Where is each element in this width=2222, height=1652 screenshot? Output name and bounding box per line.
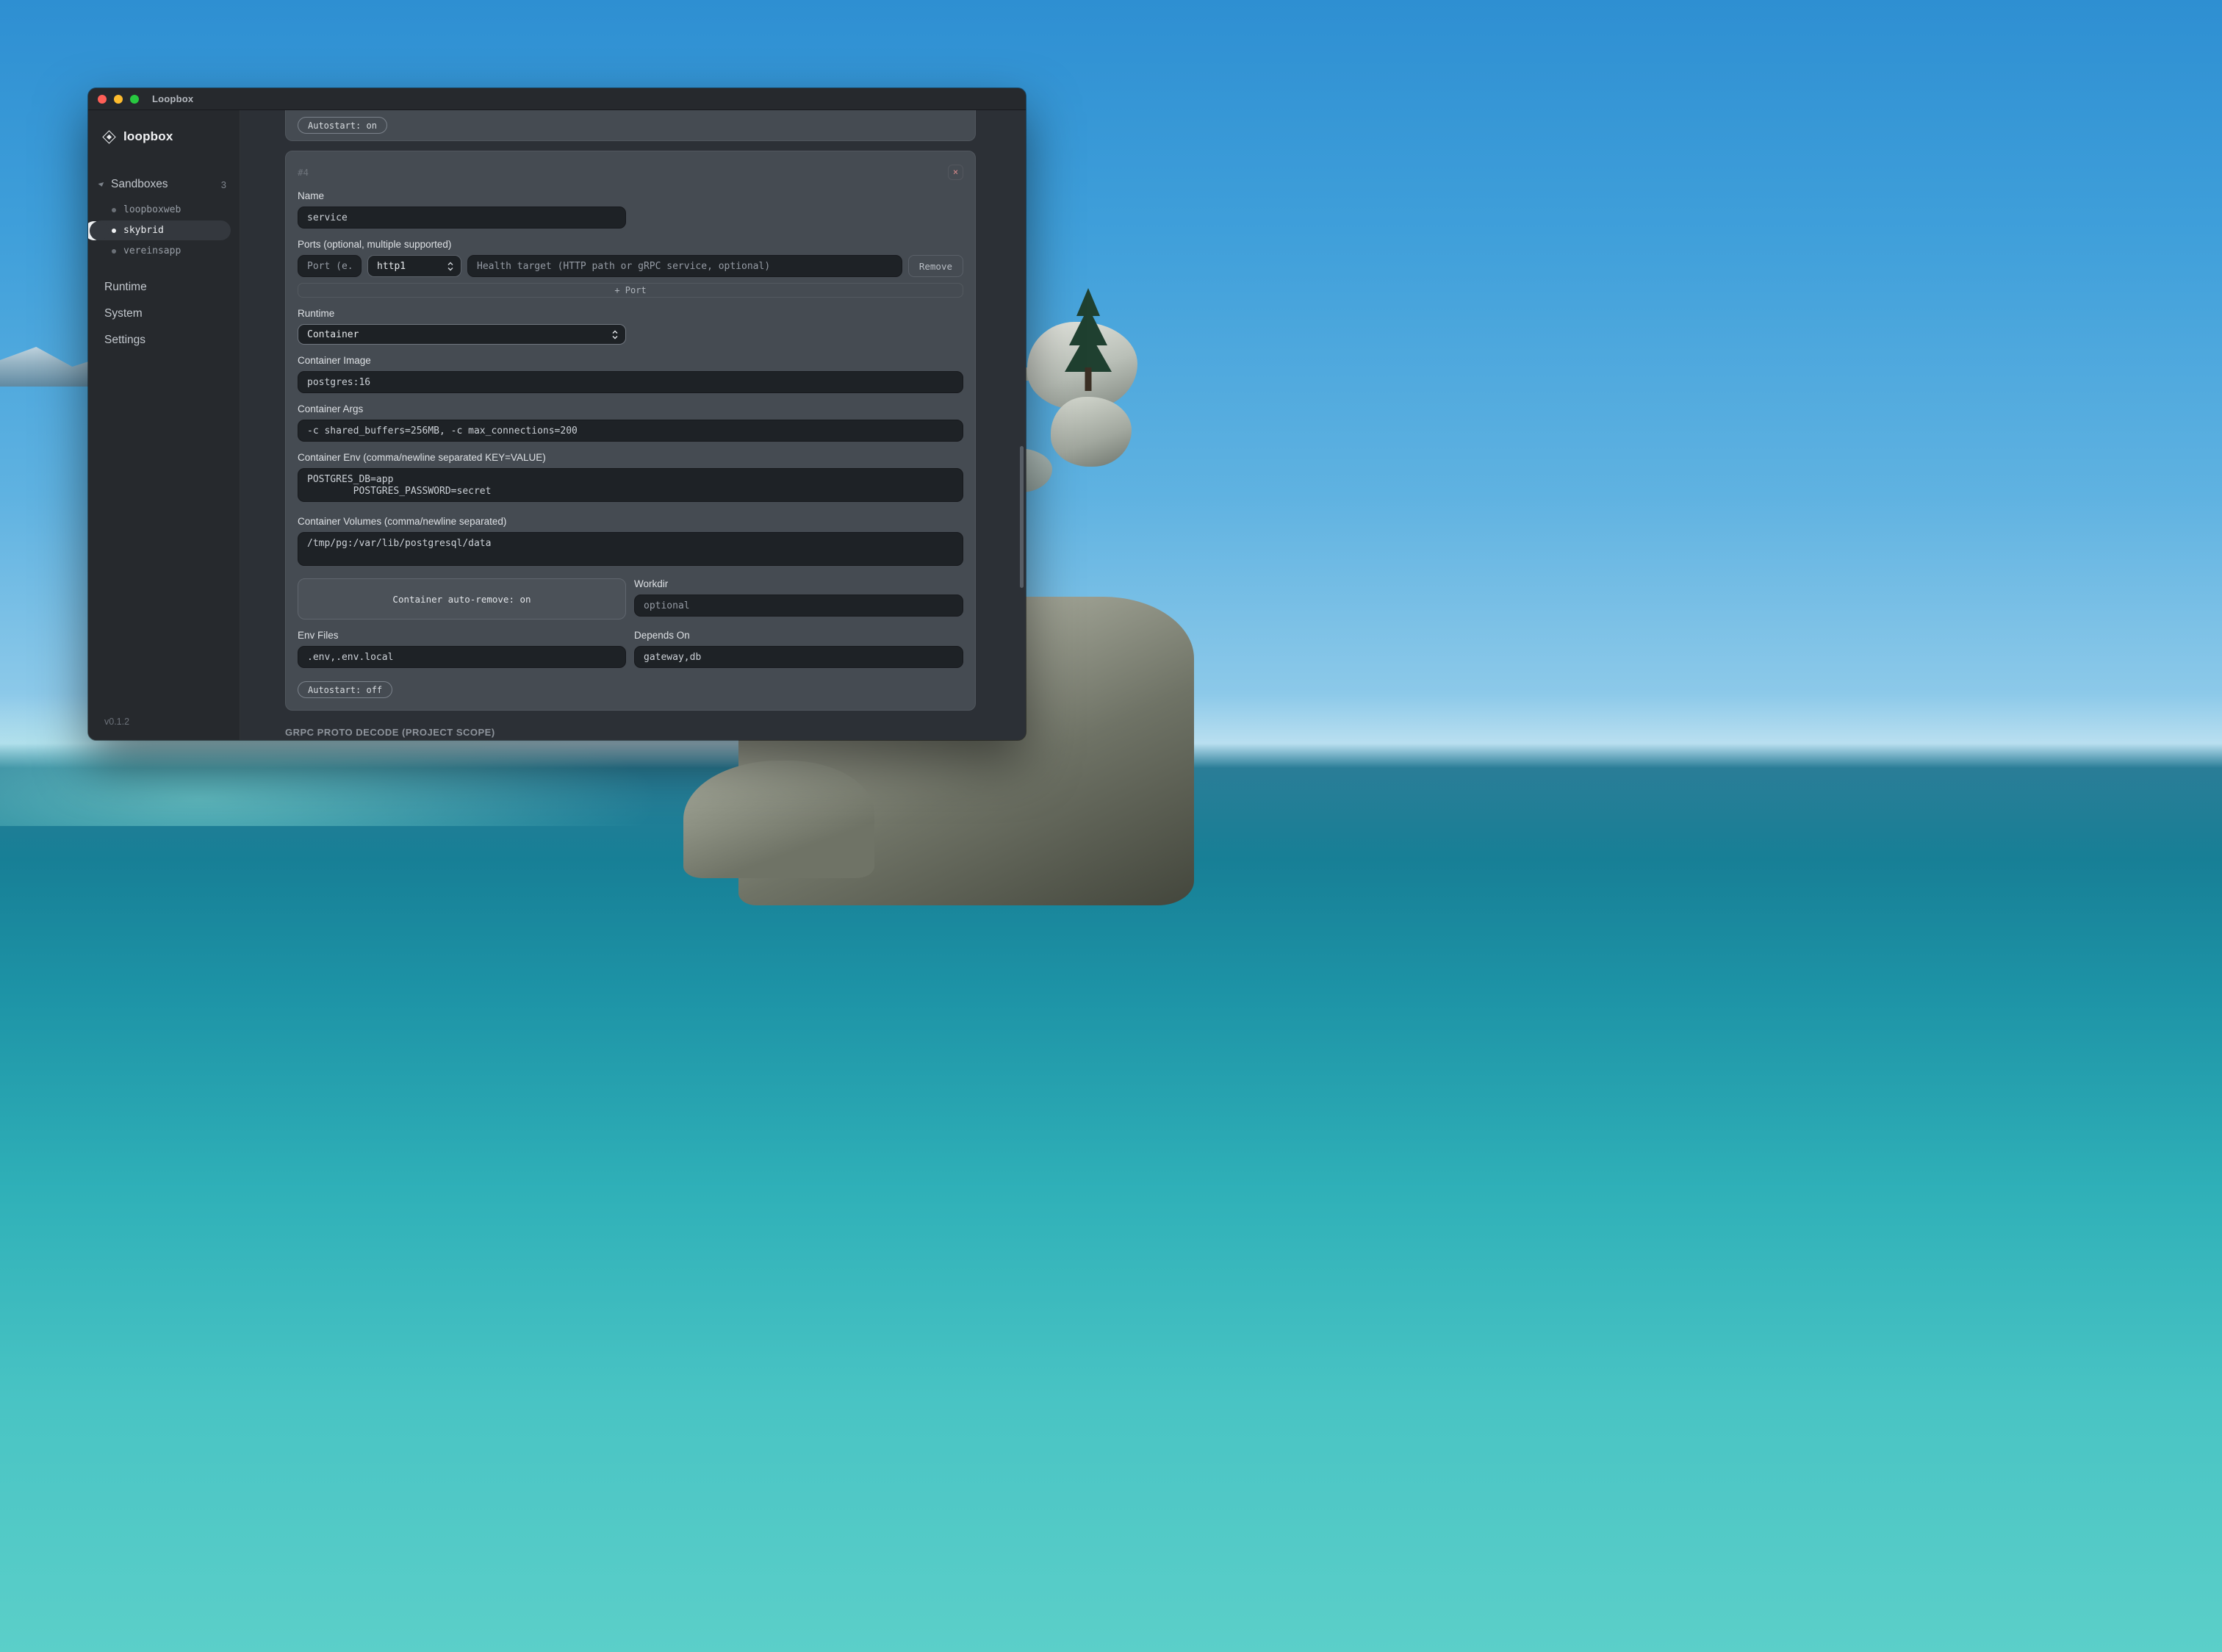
sandbox-item-label: loopboxweb — [123, 204, 181, 215]
sandbox-item-label: vereinsapp — [123, 245, 181, 256]
workdir-group: Workdir — [634, 578, 963, 617]
card-index-label: #4 — [298, 165, 309, 178]
zoom-window-button[interactable] — [130, 95, 139, 104]
runtime-label: Runtime — [298, 308, 963, 319]
name-label: Name — [298, 190, 963, 201]
container-auto-remove-toggle[interactable]: Container auto-remove: on — [298, 578, 626, 620]
container-volumes-textarea[interactable]: /tmp/pg:/var/lib/postgresql/data — [298, 532, 963, 566]
depends-on-input[interactable] — [634, 646, 963, 668]
previous-sandbox-card: Autostart: on — [285, 110, 976, 141]
minimize-window-button[interactable] — [114, 95, 123, 104]
sidebar-item-runtime[interactable]: Runtime — [88, 274, 240, 301]
add-port-button[interactable]: + Port — [298, 283, 963, 298]
auto-remove-workdir-row: Container auto-remove: on Workdir — [298, 578, 963, 620]
remove-port-button[interactable]: Remove — [908, 255, 963, 277]
sidebar-item-loopboxweb[interactable]: loopboxweb — [92, 200, 231, 220]
sandboxes-label: Sandboxes — [111, 178, 168, 191]
main-content: Autostart: on #4 × Name Ports (optional,… — [240, 110, 1026, 740]
sidebar: loopbox Sandboxes 3 loopboxweb skybrid — [88, 110, 240, 740]
bullet-icon — [112, 208, 116, 212]
sidebar-item-skybrid[interactable]: skybrid — [92, 220, 231, 240]
app-logo: loopbox — [88, 110, 240, 144]
env-files-group: Env Files — [298, 630, 626, 668]
wallpaper-rock — [683, 761, 874, 878]
traffic-lights — [98, 95, 139, 104]
name-field-group: Name — [298, 190, 963, 229]
sandboxes-count: 3 — [221, 179, 226, 190]
container-args-label: Container Args — [298, 403, 963, 414]
titlebar[interactable]: Loopbox — [88, 88, 1026, 110]
workdir-label: Workdir — [634, 578, 963, 589]
container-env-group: Container Env (comma/newline separated K… — [298, 452, 963, 506]
window-title: Loopbox — [152, 93, 193, 104]
wallpaper-rock — [1051, 397, 1132, 467]
bullet-icon — [112, 229, 116, 233]
env-files-depends-row: Env Files Depends On — [298, 630, 963, 668]
health-target-input[interactable] — [467, 255, 902, 277]
chevron-up-down-icon — [447, 261, 454, 272]
sidebar-item-system[interactable]: System — [88, 301, 240, 327]
remove-sandbox-button[interactable]: × — [948, 165, 963, 180]
wallpaper-pine-tree — [1063, 288, 1114, 391]
close-window-button[interactable] — [98, 95, 107, 104]
autostart-toggle[interactable]: Autostart: off — [298, 681, 392, 698]
container-image-label: Container Image — [298, 355, 963, 366]
container-image-input[interactable] — [298, 371, 963, 393]
container-args-input[interactable] — [298, 420, 963, 442]
container-env-label: Container Env (comma/newline separated K… — [298, 452, 963, 463]
sandbox-card-4: #4 × Name Ports (optional, multiple supp… — [285, 151, 976, 711]
runtime-value: Container — [307, 329, 359, 340]
sidebar-nav: Runtime System Settings — [88, 274, 240, 353]
name-input[interactable] — [298, 206, 626, 229]
app-window: Loopbox loopbox Sandboxes 3 loopboxweb — [88, 88, 1026, 740]
ports-field-group: Ports (optional, multiple supported) htt… — [298, 239, 963, 298]
sidebar-item-vereinsapp[interactable]: vereinsapp — [92, 241, 231, 261]
container-env-textarea[interactable]: POSTGRES_DB=app POSTGRES_PASSWORD=secret — [298, 468, 963, 502]
workdir-input[interactable] — [634, 595, 963, 617]
app-version: v0.1.2 — [88, 717, 240, 740]
sandbox-list: loopboxweb skybrid vereinsapp — [88, 200, 240, 261]
selected-indicator — [88, 221, 104, 240]
autostart-toggle[interactable]: Autostart: on — [298, 117, 387, 134]
logo-text: loopbox — [123, 129, 173, 144]
sidebar-item-settings[interactable]: Settings — [88, 327, 240, 353]
ports-label: Ports (optional, multiple supported) — [298, 239, 963, 250]
depends-on-label: Depends On — [634, 630, 963, 641]
depends-on-group: Depends On — [634, 630, 963, 668]
container-args-group: Container Args — [298, 403, 963, 442]
scrollbar-thumb[interactable] — [1020, 446, 1024, 588]
collapse-caret-icon — [98, 182, 104, 187]
env-files-label: Env Files — [298, 630, 626, 641]
env-files-input[interactable] — [298, 646, 626, 668]
protocol-select[interactable]: http1 — [367, 255, 461, 277]
chevron-up-down-icon — [611, 329, 619, 340]
sandbox-item-label: skybrid — [123, 225, 164, 236]
port-input[interactable] — [298, 255, 362, 277]
loopbox-diamond-icon — [102, 130, 115, 143]
container-image-group: Container Image — [298, 355, 963, 393]
grpc-proto-decode-header: GRPC PROTO DECODE (PROJECT SCOPE) — [285, 727, 976, 738]
protocol-value: http1 — [377, 261, 406, 272]
bullet-icon — [112, 249, 116, 254]
container-volumes-label: Container Volumes (comma/newline separat… — [298, 516, 963, 527]
container-volumes-group: Container Volumes (comma/newline separat… — [298, 516, 963, 570]
sidebar-section-sandboxes[interactable]: Sandboxes 3 — [98, 178, 226, 191]
runtime-select[interactable]: Container — [298, 324, 626, 345]
runtime-field-group: Runtime Container — [298, 308, 963, 345]
